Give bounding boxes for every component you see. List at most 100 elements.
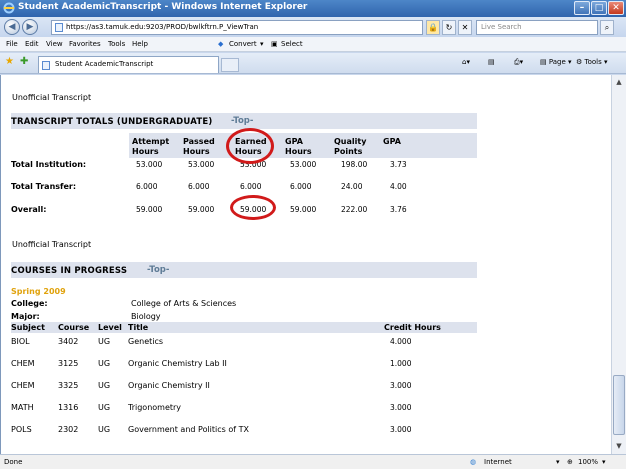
url-text: https://as3.tamuk.edu:9203/PROD/bwlkftrn… <box>66 23 259 31</box>
course-subject: CHEM <box>11 381 35 390</box>
top-link[interactable]: -Top- <box>231 116 253 126</box>
course-credit-hours: 3.000 <box>390 403 412 412</box>
unofficial-transcript-heading: Unofficial Transcript <box>12 93 92 102</box>
zoom-level[interactable]: 100% <box>578 458 598 466</box>
col-credit-hours: Credit Hours <box>384 323 441 332</box>
tab-label: Student AcademicTranscript <box>55 60 154 68</box>
menu-view[interactable]: View <box>46 40 63 48</box>
close-icon[interactable]: ✕ <box>608 1 624 15</box>
print-icon[interactable]: ⎙▾ <box>514 58 523 67</box>
cell-value: 198.00 <box>341 160 368 169</box>
course-number: 3125 <box>58 359 79 368</box>
minimize-icon[interactable]: – <box>574 1 590 15</box>
top-link[interactable]: -Top- <box>147 265 169 275</box>
window-titlebar: Student AcademicTranscript - Windows Int… <box>0 0 626 17</box>
major-value: Biology <box>131 312 161 321</box>
course-credit-hours: 1.000 <box>390 359 412 368</box>
cell-value: 24.00 <box>341 182 363 191</box>
menu-favorites[interactable]: Favorites <box>69 40 101 48</box>
course-level: UG <box>98 381 111 390</box>
course-title: Government and Politics of TX <box>128 425 249 434</box>
convert-button[interactable]: Convert <box>229 40 257 48</box>
page-icon <box>42 61 50 70</box>
chevron-down-icon[interactable]: ▾ <box>260 40 264 48</box>
course-subject: CHEM <box>11 359 35 368</box>
col-title: Title <box>128 323 149 332</box>
cell-value: 6.000 <box>240 182 262 191</box>
row-label-total-institution: Total Institution: <box>11 160 87 169</box>
maximize-icon[interactable]: □ <box>591 1 607 15</box>
major-label: Major: <box>11 312 40 321</box>
new-tab-button[interactable] <box>221 58 239 72</box>
menu-edit[interactable]: Edit <box>25 40 39 48</box>
cell-value: 59.000 <box>136 205 163 214</box>
course-subject: MATH <box>11 403 34 412</box>
course-credit-hours: 4.000 <box>390 337 412 346</box>
feeds-icon[interactable]: ▤ <box>488 58 495 66</box>
page-menu-button[interactable]: ▤ Page ▾ <box>540 58 572 66</box>
chevron-down-icon[interactable]: ▾ <box>602 458 606 466</box>
col-course: Course <box>58 323 90 332</box>
course-title: Organic Chemistry II <box>128 381 210 390</box>
menu-file[interactable]: File <box>6 40 18 48</box>
col-level: Level <box>98 323 122 332</box>
cell-value: 59.000 <box>290 205 317 214</box>
protected-mode-icon[interactable]: ▾ <box>556 458 560 466</box>
courses-title: COURSES IN PROGRESS <box>11 266 128 276</box>
back-arrow-icon[interactable]: ◀ <box>4 19 20 35</box>
cell-value: 6.000 <box>290 182 312 191</box>
scroll-thumb[interactable] <box>613 375 625 435</box>
tools-menu-button[interactable]: ⚙ Tools ▾ <box>576 58 608 66</box>
tab-student-transcript[interactable]: Student AcademicTranscript <box>38 56 219 73</box>
cell-value: 6.000 <box>188 182 210 191</box>
search-input[interactable]: Live Search <box>476 20 598 35</box>
home-icon[interactable]: ⌂▾ <box>462 58 470 66</box>
col-subject: Subject <box>11 323 45 332</box>
convert-icon: ◆ <box>218 40 224 48</box>
col-attempt-hours: Attempt Hours <box>132 137 170 156</box>
cell-value: 53.000 <box>188 160 215 169</box>
page-menu-label: Page <box>548 58 566 66</box>
college-value: College of Arts & Sciences <box>131 299 237 308</box>
search-icon[interactable]: ⌕ <box>600 20 614 35</box>
select-button[interactable]: Select <box>281 40 303 48</box>
forward-arrow-icon[interactable]: ▶ <box>22 19 38 35</box>
scroll-up-icon[interactable]: ▲ <box>614 77 624 87</box>
course-number: 2302 <box>58 425 79 434</box>
status-text: Done <box>4 458 23 466</box>
favorites-star-icon[interactable]: ★ <box>5 56 14 67</box>
lock-icon[interactable]: 🔒 <box>426 20 440 35</box>
row-label-overall: Overall: <box>11 205 47 214</box>
cell-value: 3.76 <box>390 205 407 214</box>
tab-bar: ★ ✚ Student AcademicTranscript ⌂▾ ▤ ⎙▾ ▤… <box>0 53 626 74</box>
stop-icon[interactable]: ✕ <box>458 20 472 35</box>
course-title: Trigonometry <box>128 403 182 412</box>
course-subject: POLS <box>11 425 32 434</box>
college-label: College: <box>11 299 48 308</box>
zoom-icon: ⊕ <box>567 458 573 466</box>
vertical-scrollbar[interactable]: ▲ ▼ <box>611 75 626 454</box>
course-number: 1316 <box>58 403 79 412</box>
menu-help[interactable]: Help <box>132 40 148 48</box>
window-title: Student AcademicTranscript - Windows Int… <box>18 2 308 12</box>
col-passed-hours: Passed Hours <box>183 137 215 156</box>
add-favorite-icon[interactable]: ✚ <box>20 56 28 67</box>
course-level: UG <box>98 359 111 368</box>
row-label-total-transfer: Total Transfer: <box>11 182 77 191</box>
course-number: 3402 <box>58 337 79 346</box>
col-quality-points: Quality Points <box>334 137 367 156</box>
menu-tools[interactable]: Tools <box>108 40 125 48</box>
totals-section-header: TRANSCRIPT TOTALS (UNDERGRADUATE) -Top- <box>11 113 477 129</box>
cell-value: 3.73 <box>390 160 407 169</box>
status-bar: Done ◍ Internet ▾ ⊕ 100% ▾ <box>0 454 626 469</box>
address-toolbar: ◀ ▶ https://as3.tamuk.edu:9203/PROD/bwlk… <box>0 17 626 37</box>
course-number: 3325 <box>58 381 79 390</box>
refresh-icon[interactable]: ↻ <box>442 20 456 35</box>
scroll-down-icon[interactable]: ▼ <box>614 441 624 451</box>
course-title: Organic Chemistry Lab II <box>128 359 227 368</box>
url-field[interactable]: https://as3.tamuk.edu:9203/PROD/bwlkftrn… <box>51 20 423 35</box>
cell-value: 4.00 <box>390 182 407 191</box>
zone-text: Internet <box>484 458 512 466</box>
page-content: Unofficial Transcript TRANSCRIPT TOTALS … <box>0 75 611 454</box>
course-level: UG <box>98 425 111 434</box>
